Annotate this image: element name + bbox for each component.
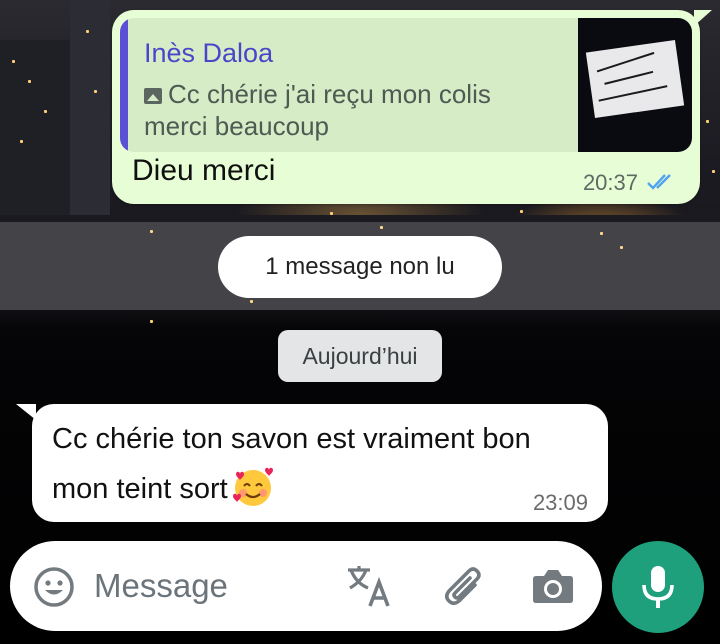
unread-messages-banner: 1 message non lu <box>218 236 502 298</box>
wallpaper-light <box>706 120 709 123</box>
quote-accent-bar <box>120 18 128 152</box>
wallpaper-light <box>20 140 23 143</box>
voice-message-button[interactable] <box>612 541 704 633</box>
incoming-message-text: Cc chérie ton savon est vraiment bon mon… <box>52 423 531 505</box>
translate-icon[interactable] <box>346 563 394 609</box>
outgoing-message-bubble[interactable]: Inès Daloa Cc chérie j'ai reçu mon colis… <box>112 10 712 204</box>
smiling-face-with-hearts-emoji <box>232 467 273 506</box>
double-check-icon <box>647 174 671 190</box>
camera-icon[interactable] <box>530 563 576 609</box>
quoted-text: Cc chérie j'ai reçu mon colis merci beau… <box>144 79 491 141</box>
outgoing-message-time: 20:37 <box>582 170 638 195</box>
wallpaper-light <box>150 320 153 323</box>
wallpaper-building <box>70 0 110 220</box>
paperclip-icon[interactable] <box>442 561 488 611</box>
wallpaper-light <box>44 110 47 113</box>
wallpaper-light <box>94 90 97 93</box>
date-divider: Aujourd’hui <box>278 330 442 382</box>
thumbnail-scribble <box>598 85 668 102</box>
photo-icon <box>144 88 162 104</box>
message-input[interactable] <box>94 561 324 611</box>
quoted-sender-name: Inès Daloa <box>144 38 274 68</box>
wallpaper-light <box>712 170 715 173</box>
wallpaper-light <box>12 60 15 63</box>
quoted-image-thumbnail[interactable] <box>578 18 692 152</box>
thumbnail-scribble <box>596 51 655 73</box>
wallpaper-building <box>0 40 70 220</box>
wallpaper-light <box>520 210 523 213</box>
wallpaper-light <box>28 80 31 83</box>
incoming-message-bubble[interactable]: Cc chérie ton savon est vraiment bon mon… <box>16 404 608 522</box>
emoji-icon[interactable] <box>32 565 76 609</box>
incoming-message-body: Cc chérie ton savon est vraiment bon mon… <box>52 414 592 514</box>
wallpaper-light <box>330 212 333 215</box>
wallpaper-light <box>86 30 89 33</box>
thumbnail-paper <box>585 40 685 118</box>
thumbnail-scribble <box>604 70 654 85</box>
mic-icon <box>642 566 674 608</box>
quoted-text-line: Cc chérie j'ai reçu mon colis merci beau… <box>144 78 544 142</box>
message-composer <box>10 541 602 631</box>
incoming-message-time: 23:09 <box>532 490 588 515</box>
outgoing-message-text: Dieu merci <box>132 154 276 187</box>
quoted-reply[interactable]: Inès Daloa Cc chérie j'ai reçu mon colis… <box>120 18 692 152</box>
